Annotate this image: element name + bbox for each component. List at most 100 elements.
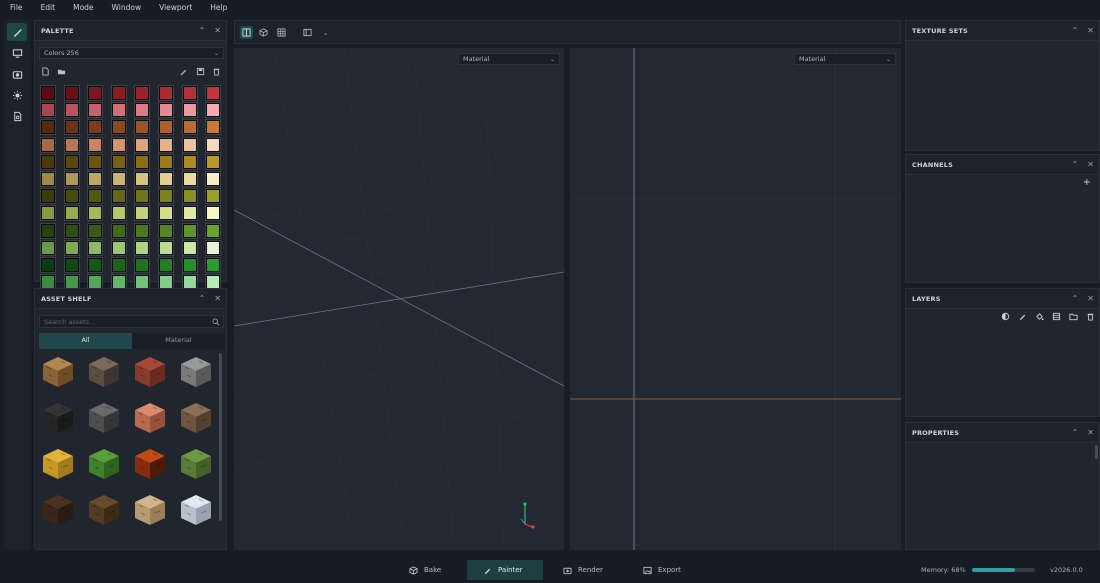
- palette-swatch[interactable]: [159, 86, 173, 100]
- asset-thumbnail-spruce[interactable]: [87, 493, 121, 527]
- uv-view-button[interactable]: [275, 26, 288, 39]
- mode-tab-bake[interactable]: Bake: [393, 560, 457, 580]
- palette-swatch[interactable]: [64, 172, 79, 186]
- brush-icon[interactable]: [1018, 312, 1027, 321]
- palette-swatch[interactable]: [111, 86, 126, 100]
- palette-swatch[interactable]: [41, 223, 55, 238]
- light-tool-button[interactable]: [7, 86, 27, 104]
- palette-swatch[interactable]: [111, 137, 126, 152]
- palette-swatch[interactable]: [159, 137, 173, 152]
- asset-thumbnail-snow-block[interactable]: [179, 493, 213, 527]
- palette-swatch[interactable]: [159, 103, 173, 118]
- palette-swatch[interactable]: [41, 137, 55, 152]
- palette-swatch[interactable]: [135, 172, 150, 186]
- palette-swatch[interactable]: [206, 103, 221, 118]
- palette-swatch[interactable]: [41, 86, 55, 100]
- palette-swatch[interactable]: [88, 103, 103, 118]
- trash-icon[interactable]: [1086, 312, 1095, 321]
- asset-thumbnail-grass[interactable]: [179, 447, 213, 481]
- asset-scrollbar[interactable]: [219, 353, 222, 521]
- palette-swatch[interactable]: [111, 189, 126, 204]
- palette-swatch[interactable]: [135, 206, 150, 221]
- menu-window[interactable]: Window: [106, 0, 148, 16]
- asset-thumbnail-cobblestone[interactable]: [87, 355, 121, 389]
- palette-swatch[interactable]: [41, 154, 55, 169]
- palette-swatch[interactable]: [41, 103, 55, 118]
- palette-swatch[interactable]: [135, 154, 150, 169]
- palette-swatch[interactable]: [111, 120, 126, 135]
- palette-swatch[interactable]: [206, 258, 221, 272]
- palette-swatch[interactable]: [111, 206, 126, 221]
- close-icon[interactable]: ✕: [214, 289, 221, 309]
- palette-swatch[interactable]: [88, 137, 103, 152]
- palette-swatch[interactable]: [111, 258, 126, 272]
- collapse-icon[interactable]: ⌃: [199, 289, 206, 309]
- palette-swatch[interactable]: [135, 258, 150, 272]
- palette-swatch[interactable]: [159, 206, 173, 221]
- palette-swatch[interactable]: [135, 240, 150, 255]
- settings-tool-button[interactable]: [7, 107, 27, 125]
- asset-thumbnail-birch[interactable]: [133, 493, 167, 527]
- palette-swatch[interactable]: [206, 120, 221, 135]
- palette-swatch[interactable]: [135, 223, 150, 238]
- open-folder-icon[interactable]: [57, 67, 66, 76]
- palette-swatch[interactable]: [206, 172, 221, 186]
- palette-swatch[interactable]: [64, 103, 79, 118]
- palette-swatch[interactable]: [159, 189, 173, 204]
- palette-swatch[interactable]: [182, 258, 197, 272]
- viewport-mode-select[interactable]: Material ⌄: [794, 53, 896, 65]
- palette-swatch[interactable]: [88, 258, 103, 272]
- palette-swatch[interactable]: [182, 240, 197, 255]
- palette-swatch[interactable]: [111, 172, 126, 186]
- asset-thumbnail-magma[interactable]: [133, 447, 167, 481]
- collapse-icon[interactable]: ⌃: [1072, 423, 1079, 443]
- mode-tab-render[interactable]: Render: [547, 560, 619, 580]
- palette-swatch[interactable]: [159, 223, 173, 238]
- collapse-icon[interactable]: ⌃: [1072, 21, 1079, 41]
- palette-swatch[interactable]: [64, 223, 79, 238]
- asset-thumbnail-sponge[interactable]: [41, 447, 75, 481]
- palette-swatch[interactable]: [111, 240, 126, 255]
- palette-swatch[interactable]: [88, 206, 103, 221]
- palette-swatch[interactable]: [182, 223, 197, 238]
- asset-thumbnail-terracotta[interactable]: [133, 401, 167, 435]
- palette-swatch[interactable]: [159, 258, 173, 272]
- close-icon[interactable]: ✕: [1087, 155, 1094, 175]
- palette-swatch[interactable]: [88, 223, 103, 238]
- collapse-icon[interactable]: ⌃: [1072, 155, 1079, 175]
- new-file-icon[interactable]: [41, 67, 50, 76]
- close-icon[interactable]: ✕: [1087, 21, 1094, 41]
- palette-swatch[interactable]: [159, 120, 173, 135]
- palette-swatch[interactable]: [111, 154, 126, 169]
- layout-dropdown-button[interactable]: ⌄: [319, 26, 332, 39]
- add-channel-button[interactable]: +: [1083, 177, 1091, 188]
- palette-swatch[interactable]: [206, 137, 221, 152]
- palette-swatch[interactable]: [206, 189, 221, 204]
- palette-swatch[interactable]: [64, 206, 79, 221]
- palette-swatch[interactable]: [64, 258, 79, 272]
- close-icon[interactable]: ✕: [1087, 423, 1094, 443]
- save-icon[interactable]: [196, 67, 205, 76]
- palette-swatch[interactable]: [111, 223, 126, 238]
- asset-thumbnail-oak-planks[interactable]: [41, 355, 75, 389]
- split-view-button[interactable]: [240, 26, 253, 39]
- palette-swatch[interactable]: [206, 86, 221, 100]
- palette-swatch[interactable]: [206, 240, 221, 255]
- palette-swatch[interactable]: [111, 103, 126, 118]
- close-icon[interactable]: ✕: [214, 21, 221, 41]
- palette-swatch[interactable]: [182, 120, 197, 135]
- palette-swatch[interactable]: [135, 120, 150, 135]
- palette-swatch[interactable]: [159, 172, 173, 186]
- mode-tab-export[interactable]: Export: [627, 560, 697, 580]
- folder-icon[interactable]: [1069, 312, 1078, 321]
- paint-tool-button[interactable]: [7, 23, 27, 41]
- camera-tool-button[interactable]: [7, 65, 27, 83]
- layout-button[interactable]: [301, 26, 314, 39]
- asset-thumbnail-stone-bricks[interactable]: [179, 355, 213, 389]
- palette-swatch[interactable]: [41, 120, 55, 135]
- mode-tab-painter[interactable]: Painter: [467, 560, 543, 580]
- palette-swatch[interactable]: [88, 240, 103, 255]
- palette-swatch[interactable]: [182, 154, 197, 169]
- palette-swatch[interactable]: [88, 154, 103, 169]
- palette-swatch[interactable]: [41, 258, 55, 272]
